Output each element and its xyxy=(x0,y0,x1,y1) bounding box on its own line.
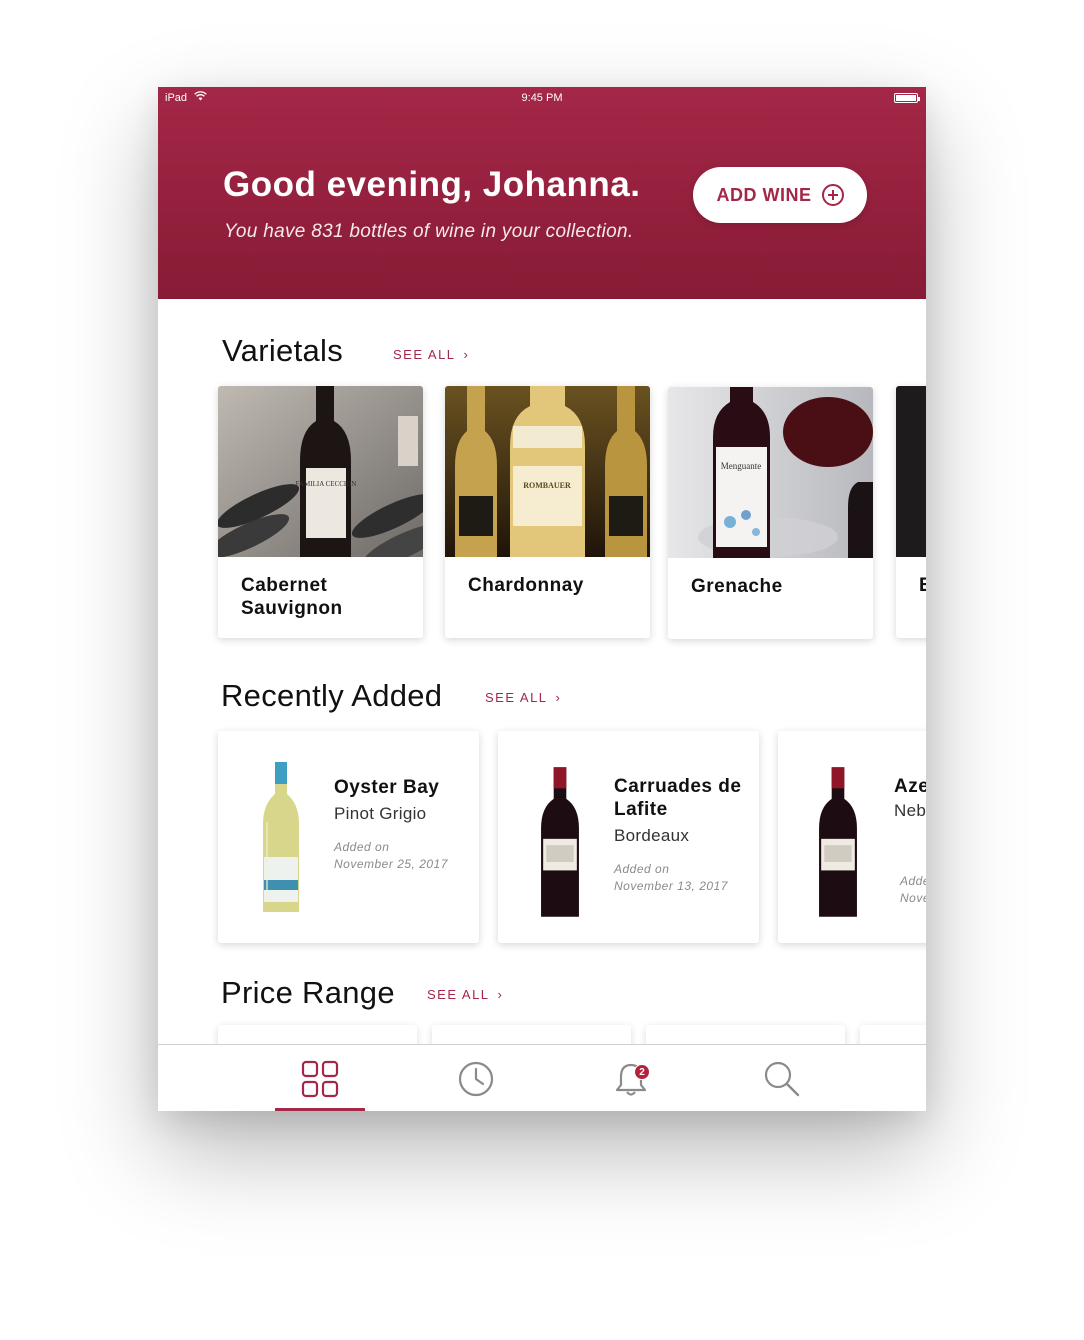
see-all-label: SEE ALL xyxy=(485,690,548,705)
chevron-right-icon: › xyxy=(497,987,504,1002)
varietal-image: FAMILIA CECCHIN xyxy=(218,386,423,557)
chevron-right-icon: › xyxy=(555,690,562,705)
ipad-screen: iPad 9:45 PM Good evening, Johanna. You … xyxy=(158,87,926,1111)
varietal-card-partial[interactable]: B xyxy=(896,386,926,638)
greeting-title: Good evening, Johanna. xyxy=(223,165,641,204)
varietal-label: Cabernet Sauvignon xyxy=(241,575,343,619)
tab-notifications[interactable] xyxy=(586,1045,676,1111)
varietal-image: ROMBAUER xyxy=(445,386,650,557)
wine-name: Carruades de Lafite xyxy=(614,776,742,820)
added-on-label: Adde xyxy=(900,874,926,888)
header-banner: iPad 9:45 PM Good evening, Johanna. You … xyxy=(158,87,926,299)
added-date: November 13, 2017 xyxy=(614,879,728,893)
varietal-label: B xyxy=(919,574,926,597)
recent-wine-card-carruades[interactable]: Carruades de Lafite Bordeaux Added on No… xyxy=(498,731,759,943)
added-date: Nove xyxy=(900,891,926,905)
red-wine-bottle-image xyxy=(541,767,579,917)
status-time: 9:45 PM xyxy=(521,92,563,104)
added-date: November 25, 2017 xyxy=(334,857,448,871)
recently-added-see-all-link[interactable]: SEE ALL › xyxy=(485,690,561,705)
added-on-label: Added on xyxy=(334,840,390,854)
add-wine-button[interactable]: ADD WINE xyxy=(693,167,867,223)
recent-wine-card-oyster-bay[interactable]: Oyster Bay Pinot Grigio Added on Novembe… xyxy=(218,731,479,943)
bottle-label-text: ROMBAUER xyxy=(523,481,571,490)
chevron-right-icon: › xyxy=(463,347,470,362)
add-wine-label: ADD WINE xyxy=(716,184,812,205)
varietal-card-cabernet[interactable]: FAMILIA CECCHIN Cabernet Sauvignon xyxy=(218,386,423,638)
varietal-label: Grenache xyxy=(691,576,783,597)
wine-name: Aze xyxy=(894,776,926,797)
wine-varietal: Pinot Grigio xyxy=(334,804,427,823)
wine-varietal: Bordeaux xyxy=(614,826,690,845)
status-bar: iPad 9:45 PM xyxy=(158,87,926,109)
price-range-see-all-link[interactable]: SEE ALL › xyxy=(427,987,503,1002)
bottle-label-text: FAMILIA CECCHIN xyxy=(296,480,357,488)
red-wine-bottle-image xyxy=(819,767,857,917)
notification-count-badge: 2 xyxy=(634,1064,650,1080)
tab-history[interactable] xyxy=(431,1045,521,1111)
active-tab-indicator xyxy=(275,1108,365,1111)
varietals-see-all-link[interactable]: SEE ALL › xyxy=(393,347,469,362)
search-icon xyxy=(764,1061,800,1096)
price-range-title: Price Range xyxy=(221,975,395,1010)
varietal-card-grenache[interactable]: Menguante Grenache xyxy=(668,387,873,639)
varietal-card-chardonnay[interactable]: ROMBAUER Chardonnay xyxy=(445,386,650,638)
see-all-label: SEE ALL xyxy=(427,987,490,1002)
recent-wine-card-partial[interactable]: Aze Neb Adde Nove xyxy=(778,731,926,943)
grid-icon xyxy=(301,1060,339,1097)
added-on-label: Added on xyxy=(614,862,670,876)
stage: iPad 9:45 PM Good evening, Johanna. You … xyxy=(0,0,1084,1340)
collection-summary: You have 831 bottles of wine in your col… xyxy=(224,221,634,242)
recently-added-title: Recently Added xyxy=(221,678,443,713)
battery-icon xyxy=(894,93,920,103)
see-all-label: SEE ALL xyxy=(393,347,456,362)
varietals-title: Varietals xyxy=(222,333,344,368)
tab-collection[interactable] xyxy=(275,1045,365,1111)
bottle-label-text: Menguante xyxy=(721,461,762,471)
bottom-tab-bar: 2 xyxy=(158,1044,926,1111)
plus-circle-icon xyxy=(821,184,844,206)
clock-icon xyxy=(458,1061,494,1096)
varietal-image xyxy=(896,386,926,557)
tab-search[interactable] xyxy=(737,1045,827,1111)
wine-name: Oyster Bay xyxy=(334,777,440,798)
varietal-image: Menguante xyxy=(668,387,873,558)
wine-varietal: Neb xyxy=(894,801,926,820)
white-wine-bottle-image xyxy=(263,762,299,912)
varietal-label: Chardonnay xyxy=(468,575,584,596)
